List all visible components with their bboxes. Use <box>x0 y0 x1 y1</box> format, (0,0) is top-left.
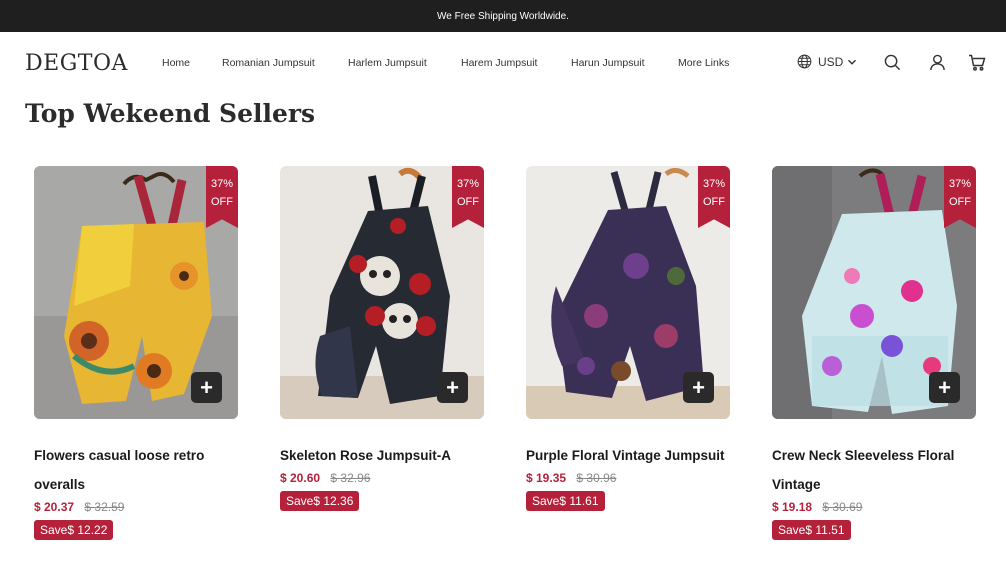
product-old-price: $ 30.69 <box>822 500 863 514</box>
plus-icon: + <box>200 374 213 400</box>
plus-icon: + <box>692 374 705 400</box>
discount-percent: 37% <box>948 178 972 190</box>
nav-harun-jumpsuit[interactable]: Harun Jumpsuit <box>571 57 678 69</box>
search-icon[interactable] <box>884 54 901 71</box>
save-badge: Save$ 11.51 <box>772 520 851 540</box>
user-icon[interactable] <box>929 54 946 71</box>
main-nav: Home Romanian Jumpsuit Harlem Jumpsuit H… <box>162 57 729 69</box>
product-price: $ 20.60 <box>280 471 321 485</box>
product-price: $ 20.37 <box>34 500 75 514</box>
product-image[interactable]: 37% OFF + <box>526 166 730 419</box>
product-title[interactable]: Purple Floral Vintage Jumpsuit <box>526 441 726 470</box>
discount-off: OFF <box>457 196 479 208</box>
chevron-down-icon <box>848 59 857 65</box>
site-logo[interactable]: DEGTOA <box>25 51 128 76</box>
currency-selector[interactable]: USD <box>797 54 863 69</box>
quick-add-button[interactable]: + <box>437 372 468 403</box>
nav-romanian-jumpsuit[interactable]: Romanian Jumpsuit <box>222 57 348 69</box>
product-card[interactable]: 37% OFF + Skeleton Rose Jumpsuit-A $ 20.… <box>280 166 484 511</box>
product-title[interactable]: Crew Neck Sleeveless Floral Vintage <box>772 441 972 499</box>
nav-home[interactable]: Home <box>162 57 222 69</box>
cart-icon[interactable] <box>968 54 986 71</box>
product-price: $ 19.35 <box>526 471 567 485</box>
nav-harem-jumpsuit[interactable]: Harem Jumpsuit <box>461 57 571 69</box>
discount-off: OFF <box>703 196 725 208</box>
discount-off: OFF <box>211 196 233 208</box>
discount-percent: 37% <box>456 178 480 190</box>
discount-off: OFF <box>949 196 971 208</box>
quick-add-button[interactable]: + <box>683 372 714 403</box>
discount-ribbon: 37% OFF <box>452 166 484 228</box>
discount-percent: 37% <box>210 178 234 190</box>
save-badge: Save$ 12.22 <box>34 520 114 540</box>
product-image[interactable]: 37% OFF + <box>34 166 238 419</box>
product-image[interactable]: 37% OFF + <box>772 166 976 419</box>
section-title: Top Wekeend Sellers <box>25 99 316 128</box>
discount-percent: 37% <box>702 178 726 190</box>
discount-ribbon: 37% OFF <box>206 166 238 228</box>
product-card[interactable]: 37% OFF + Purple Floral Vintage Jumpsuit… <box>526 166 730 511</box>
discount-ribbon: 37% OFF <box>944 166 976 228</box>
site-header: DEGTOA Home Romanian Jumpsuit Harlem Jum… <box>0 32 1006 94</box>
announcement-bar: We Free Shipping Worldwide. <box>0 0 1006 32</box>
discount-ribbon: 37% OFF <box>698 166 730 228</box>
plus-icon: + <box>446 374 459 400</box>
globe-icon <box>797 54 812 69</box>
product-image[interactable]: 37% OFF + <box>280 166 484 419</box>
product-old-price: $ 32.59 <box>84 500 125 514</box>
product-price: $ 19.18 <box>772 500 813 514</box>
save-badge: Save$ 11.61 <box>526 491 605 511</box>
product-card[interactable]: 37% OFF + Flowers casual loose retro ove… <box>34 166 238 540</box>
product-old-price: $ 32.96 <box>330 471 371 485</box>
product-title[interactable]: Flowers casual loose retro overalls <box>34 441 234 499</box>
currency-label: USD <box>818 54 844 69</box>
quick-add-button[interactable]: + <box>191 372 222 403</box>
nav-more-links[interactable]: More Links <box>678 57 729 69</box>
plus-icon: + <box>938 374 951 400</box>
quick-add-button[interactable]: + <box>929 372 960 403</box>
product-title[interactable]: Skeleton Rose Jumpsuit-A <box>280 441 480 470</box>
product-old-price: $ 30.96 <box>576 471 617 485</box>
save-badge: Save$ 12.36 <box>280 491 360 511</box>
nav-harlem-jumpsuit[interactable]: Harlem Jumpsuit <box>348 57 461 69</box>
product-card[interactable]: 37% OFF + Crew Neck Sleeveless Floral Vi… <box>772 166 976 540</box>
announcement-text: We Free Shipping Worldwide. <box>437 10 569 22</box>
